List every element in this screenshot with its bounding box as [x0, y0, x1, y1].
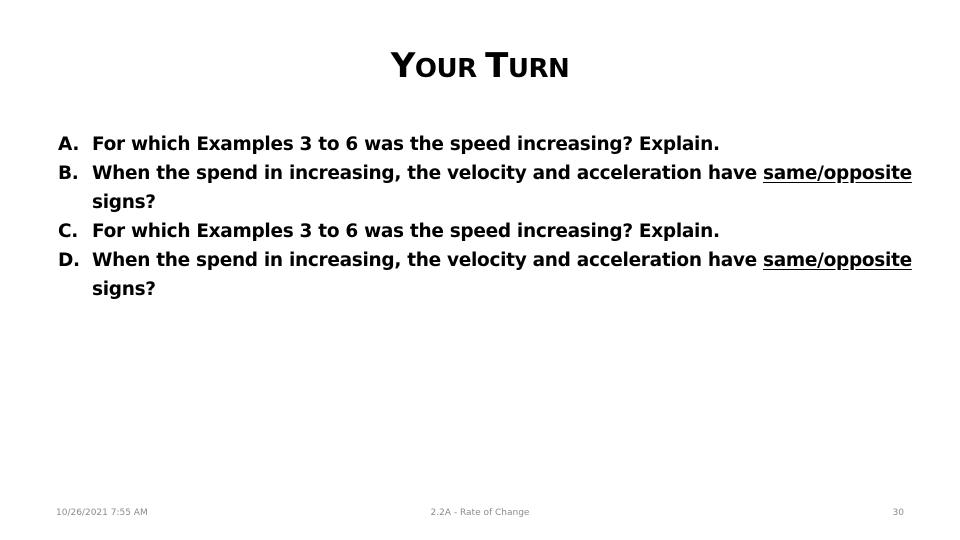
- title-part: Y: [390, 46, 416, 86]
- title-part: T: [485, 46, 508, 86]
- item-letter: A.: [58, 134, 80, 155]
- list-item: D. When the spend in increasing, the vel…: [58, 246, 918, 304]
- item-text: When the spend in increasing, the veloci…: [92, 246, 918, 304]
- underlined-choice: same/opposite: [763, 250, 912, 271]
- item-text: For which Examples 3 to 6 was the speed …: [92, 130, 918, 159]
- item-letter: C.: [58, 221, 79, 242]
- item-text-body: For which Examples 3 to 6 was the speed …: [92, 221, 720, 242]
- item-text-body: For which Examples 3 to 6 was the speed …: [92, 134, 720, 155]
- item-text: For which Examples 3 to 6 was the speed …: [92, 217, 918, 246]
- item-text-tail: signs?: [92, 279, 156, 300]
- item-text-tail: signs?: [92, 192, 156, 213]
- item-text-body: When the spend in increasing, the veloci…: [92, 250, 764, 271]
- footer-title: 2.2A - Rate of Change: [430, 508, 530, 518]
- slide: YOUR TURN A. For which Examples 3 to 6 w…: [0, 0, 960, 540]
- item-letter: D.: [58, 250, 80, 271]
- list-item: A. For which Examples 3 to 6 was the spe…: [58, 130, 918, 159]
- item-text: When the spend in increasing, the veloci…: [92, 159, 918, 217]
- page-number: 30: [892, 508, 904, 518]
- slide-title: YOUR TURN: [0, 46, 960, 86]
- list-item: C. For which Examples 3 to 6 was the spe…: [58, 217, 918, 246]
- title-part: OUR: [414, 54, 486, 84]
- question-list: A. For which Examples 3 to 6 was the spe…: [58, 130, 918, 304]
- title-part: URN: [507, 54, 570, 84]
- list-item: B. When the spend in increasing, the vel…: [58, 159, 918, 217]
- underlined-choice: same/opposite: [763, 163, 912, 184]
- item-letter: B.: [58, 163, 79, 184]
- item-text-body: When the spend in increasing, the veloci…: [92, 163, 764, 184]
